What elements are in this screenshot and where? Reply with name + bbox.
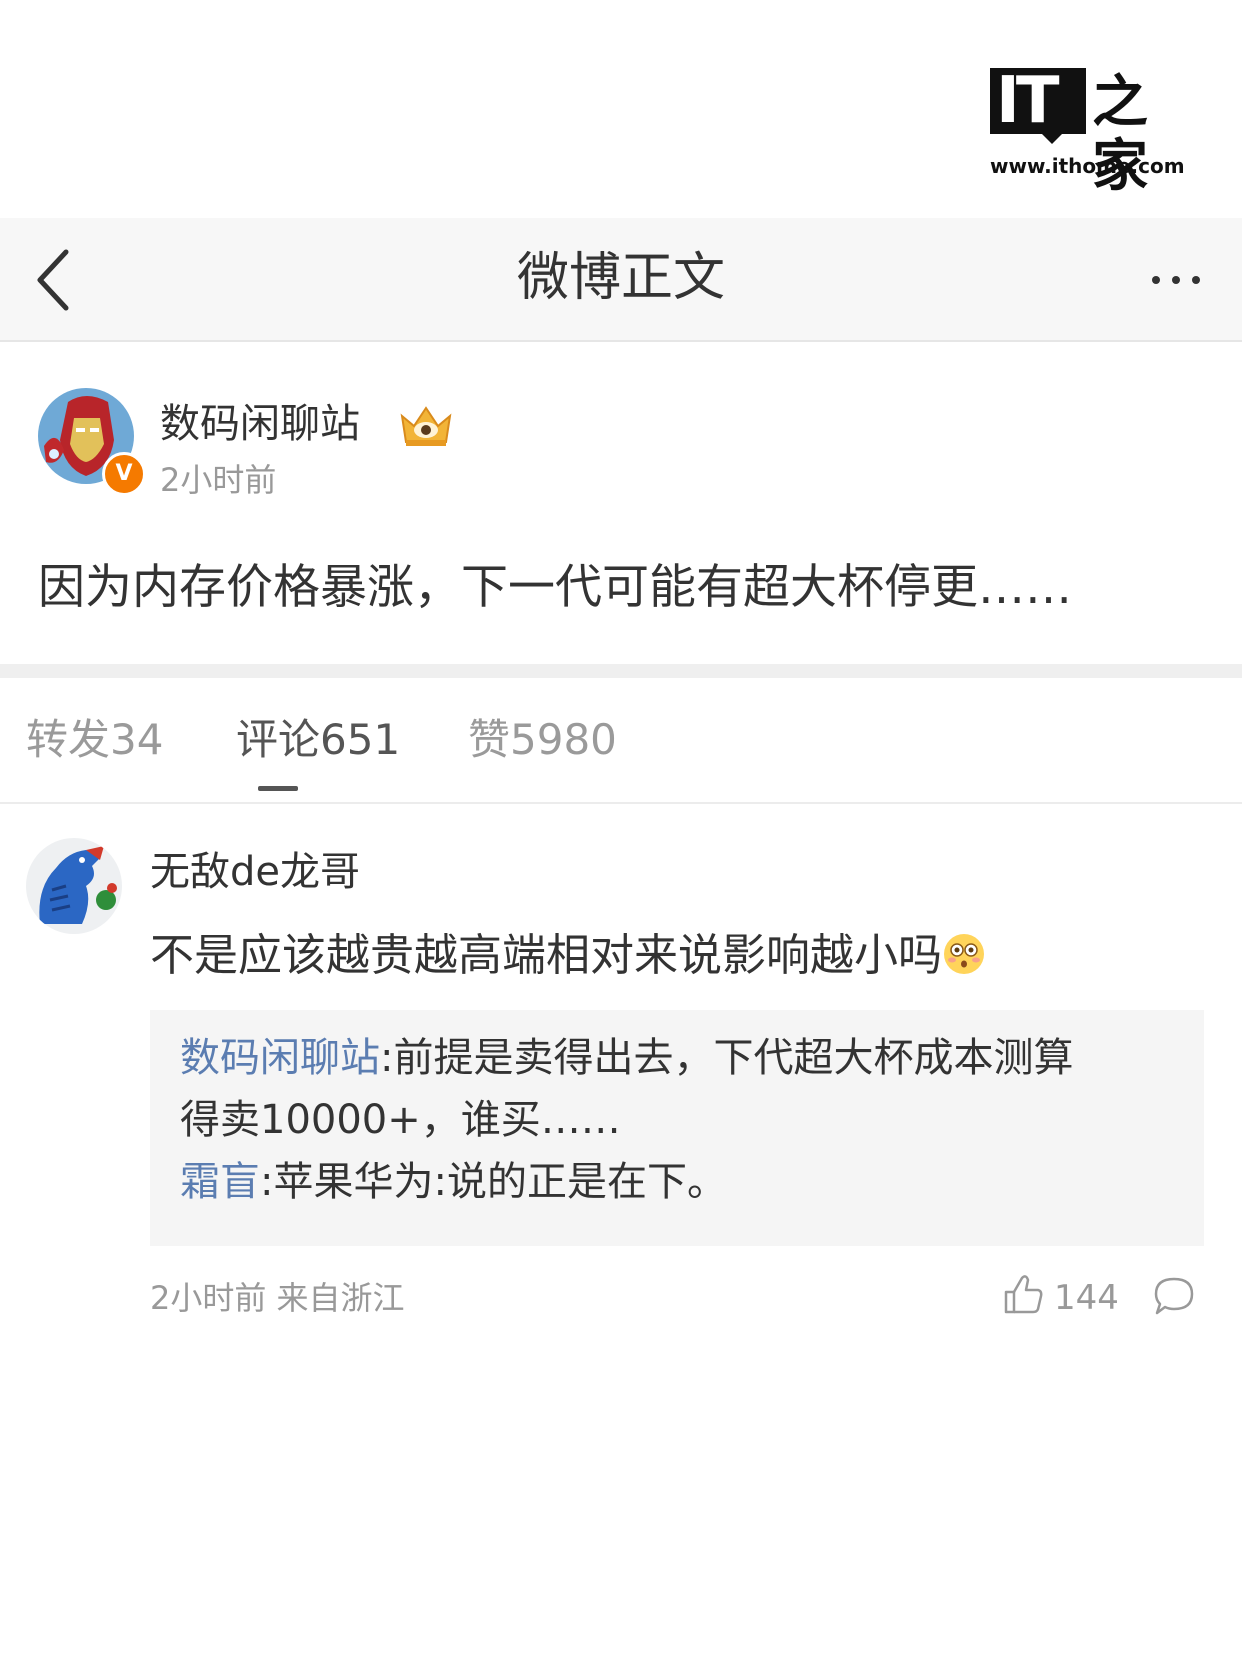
reply-text: :苹果华为:说的正是在下。 bbox=[260, 1159, 727, 1205]
reply-line: 数码闲聊站:前提是卖得出去，下代超大杯成本测算 bbox=[180, 1030, 1073, 1086]
post-author-name[interactable]: 数码闲聊站 bbox=[160, 398, 360, 450]
ithome-logo-zh: 之家 bbox=[1092, 69, 1150, 199]
crown-icon bbox=[400, 406, 452, 446]
verified-badge: V bbox=[102, 452, 146, 496]
ithome-watermark: IT 之家 www.ithome.com bbox=[990, 64, 1190, 198]
page-title: 微博正文 bbox=[516, 248, 725, 308]
comment-text: 不是应该越贵越高端相对来说影响越小吗 bbox=[150, 926, 986, 986]
ithome-url: www.ithome.com bbox=[990, 154, 1185, 178]
comment-bubble-icon[interactable] bbox=[1152, 1274, 1196, 1318]
reply-text: :前提是卖得出去，下代超大杯成本测算 bbox=[380, 1035, 1074, 1081]
reply-line: 得卖10000+，谁买…… bbox=[180, 1092, 621, 1148]
ithome-logo-it: IT bbox=[996, 64, 1060, 138]
nav-bar: 微博正文 bbox=[0, 218, 1242, 342]
reply-author-link[interactable]: 数码闲聊站 bbox=[180, 1035, 380, 1081]
tab-like[interactable]: 赞5980 bbox=[468, 712, 617, 768]
flushed-face-emoji-icon bbox=[944, 934, 984, 974]
post-text: 因为内存价格暴涨，下一代可能有超大杯停更…… bbox=[38, 560, 1072, 615]
comment-text-body: 不是应该越贵越高端相对来说影响越小吗 bbox=[150, 930, 942, 981]
post-time: 2小时前 bbox=[160, 461, 277, 499]
reply-box[interactable]: 数码闲聊站:前提是卖得出去，下代超大杯成本测算 得卖10000+，谁买…… 霜盲… bbox=[150, 1010, 1204, 1246]
tabs-divider bbox=[0, 802, 1242, 804]
commenter-name[interactable]: 无敌de龙哥 bbox=[150, 846, 360, 898]
tab-repost[interactable]: 转发34 bbox=[26, 712, 163, 768]
comment-meta: 2小时前 来自浙江 bbox=[150, 1279, 405, 1317]
like-count: 144 bbox=[1054, 1278, 1119, 1318]
thumbs-up-icon[interactable] bbox=[1002, 1272, 1044, 1316]
dinosaur-avatar-icon bbox=[26, 838, 122, 934]
reply-line: 霜盲:苹果华为:说的正是在下。 bbox=[180, 1154, 727, 1210]
section-divider bbox=[0, 664, 1242, 678]
ellipsis-icon[interactable] bbox=[1148, 268, 1208, 292]
commenter-avatar[interactable] bbox=[26, 838, 122, 934]
reply-text: 得卖10000+，谁买…… bbox=[180, 1097, 621, 1143]
active-tab-indicator bbox=[258, 786, 298, 791]
tab-comment[interactable]: 评论651 bbox=[236, 712, 400, 768]
ithome-logo-block: IT bbox=[990, 64, 1086, 138]
reply-author-link[interactable]: 霜盲 bbox=[180, 1159, 260, 1205]
